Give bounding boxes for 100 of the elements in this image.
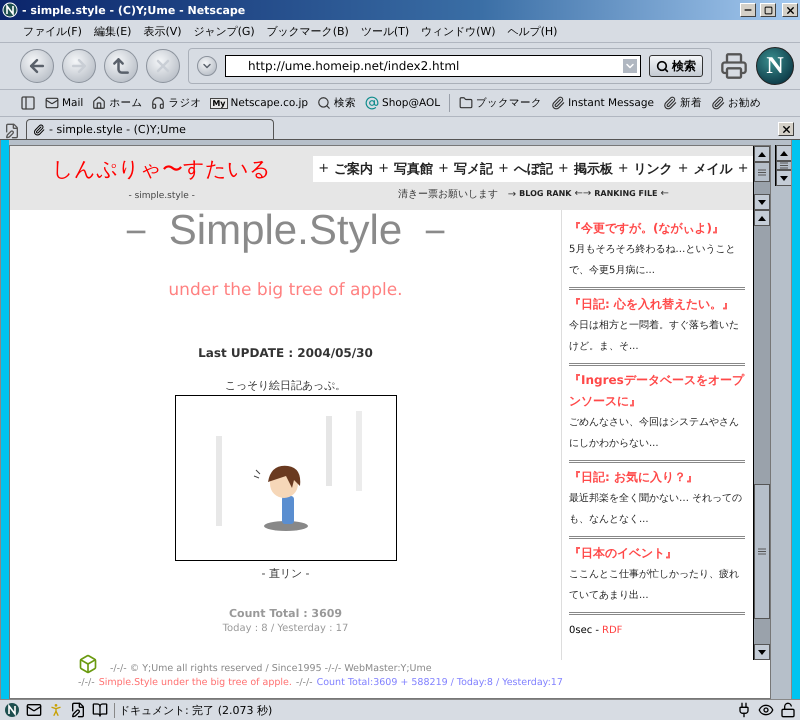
composer-icon[interactable] <box>70 702 86 718</box>
forward-button[interactable] <box>62 49 96 83</box>
bookmark-label: お勧め <box>728 96 761 110</box>
reload-button[interactable] <box>104 49 138 83</box>
scrollbar[interactable] <box>753 210 770 660</box>
menu-item[interactable]: ウィンドウ(W) <box>416 22 501 40</box>
bookmark-label: ホーム <box>109 96 142 110</box>
scrollbar[interactable] <box>753 146 770 210</box>
scroll-up-button[interactable] <box>754 210 770 226</box>
bookmark-toolbar-item[interactable]: 検索 <box>317 96 356 110</box>
bookmark-label: Shop@AOL <box>382 97 440 109</box>
nav-link[interactable]: 写メ記 <box>454 160 493 178</box>
menu-item[interactable]: 表示(V) <box>138 22 187 40</box>
radio-icon <box>151 96 166 110</box>
scroll-thumb[interactable] <box>776 161 792 170</box>
privacy-icon[interactable] <box>758 702 774 718</box>
entry-excerpt: ごめんなさい、今回はシステムやさんにしかわからない... <box>569 416 740 451</box>
count-daily: Today : 8 / Yesterday : 17 <box>222 623 348 634</box>
bookmark-label: 新着 <box>680 96 702 110</box>
turn-arrow-icon <box>111 56 131 76</box>
menu-item[interactable]: ヘルプ(H) <box>502 22 562 40</box>
nav-separator: + <box>678 161 689 176</box>
down-arrow-icon <box>758 650 766 654</box>
nav-link[interactable]: へぼ記 <box>514 160 553 178</box>
maximize-button[interactable] <box>760 3 776 17</box>
menu-item[interactable]: ファイル(F) <box>18 22 87 40</box>
entry-excerpt: 5月もそろそろ終わるね…ということで、今更5月病に... <box>569 243 736 278</box>
history-dropdown-button[interactable] <box>197 56 217 76</box>
print-icon[interactable] <box>720 52 748 80</box>
minimize-button[interactable] <box>740 3 756 17</box>
home-icon <box>92 96 106 110</box>
maximize-icon <box>764 6 772 14</box>
nav-separator: + <box>618 161 629 176</box>
scroll-thumb[interactable] <box>754 162 770 182</box>
nav-link[interactable]: ご案内 <box>334 160 374 178</box>
bookmark-label: Netscape.co.jp <box>230 97 308 109</box>
bookmark-toolbar-item[interactable]: ラジオ <box>151 96 202 110</box>
scroll-up-button[interactable] <box>776 145 792 161</box>
bookmark-label: Instant Message <box>568 97 654 109</box>
mail-icon[interactable] <box>26 702 42 718</box>
footer-text: Count Total:3609 + 588219 / Today:8 / Yesterday:17 <box>316 677 563 688</box>
menu-item[interactable]: ツール(T) <box>356 22 414 40</box>
bookmark-toolbar-item[interactable]: ブックマーク <box>459 96 542 110</box>
nav-separator: + <box>498 161 509 176</box>
bookmark-toolbar-item[interactable]: My Netscape.co.jp <box>210 97 308 109</box>
nav-link[interactable]: 写真館 <box>394 160 434 178</box>
vote-text: ← <box>660 188 669 199</box>
scroll-down-button[interactable] <box>754 644 770 660</box>
close-button[interactable] <box>782 3 798 17</box>
site-title: － Simple.Style － <box>115 205 456 255</box>
search-icon <box>317 96 332 110</box>
scroll-down-button[interactable] <box>754 194 770 210</box>
cube-icon <box>78 654 98 674</box>
address-bar[interactable]: http://ume.homeip.net/index2.html <box>225 55 641 77</box>
lock-icon[interactable] <box>780 702 796 718</box>
menu-item[interactable]: ブックマーク(B) <box>262 22 354 40</box>
menu-item[interactable]: ジャンプ(G) <box>188 22 260 40</box>
scroll-up-button[interactable] <box>754 146 770 162</box>
shop-icon <box>365 96 380 110</box>
left-arrow-icon <box>27 56 47 76</box>
sidebar-toggle-icon[interactable] <box>20 95 36 111</box>
scroll-thumb[interactable] <box>754 484 770 620</box>
scroll-down-button[interactable] <box>776 170 792 186</box>
bookmark-toolbar-item[interactable]: Instant Message <box>551 96 654 110</box>
bookmark-toolbar-item[interactable]: Mail <box>45 96 84 110</box>
up-arrow-icon <box>780 150 788 156</box>
bookmark-toolbar-item[interactable]: ホーム <box>92 96 142 110</box>
address-input[interactable]: http://ume.homeip.net/index2.html <box>248 59 619 73</box>
nav-link[interactable]: 掲示板 <box>574 160 613 178</box>
address-book-icon[interactable] <box>92 702 108 718</box>
footer-text: Simple.Style under the big tree of apple. <box>98 677 292 688</box>
bookmark-label: 検索 <box>334 96 356 110</box>
menu-item[interactable]: 編集(E) <box>88 22 136 40</box>
bookmark-toolbar-item[interactable]: 新着 <box>662 96 702 110</box>
scrollbar[interactable] <box>775 145 792 186</box>
bookmark-toolbar-item[interactable]: お勧め <box>710 96 761 110</box>
nav-link[interactable]: リンク <box>634 160 673 178</box>
grip-icon <box>758 548 766 555</box>
feed-time: 0sec - <box>569 625 600 636</box>
entry-excerpt: 今日は相方と一悶着。すぐ落ち着いたけど。ま、そ... <box>569 318 740 354</box>
nav-separator: + <box>378 161 390 176</box>
nav-link[interactable]: メイル <box>694 160 733 178</box>
site-subtitle: under the big tree of apple. <box>168 280 403 300</box>
vote-text: ←→ <box>574 188 592 199</box>
bookmark-toolbar-item[interactable]: Shop@AOL <box>365 96 440 110</box>
browser-tab[interactable]: - simple.style - (C)Y;Ume <box>26 119 274 139</box>
last-update: Last UPDATE : 2004/05/30 <box>198 346 373 360</box>
close-tab-button[interactable] <box>778 122 794 136</box>
stop-button[interactable] <box>146 49 180 83</box>
nav-separator: + <box>438 161 449 176</box>
navigator-icon[interactable] <box>4 702 20 718</box>
status-text: ドキュメント: 完了 (2.073 秒) <box>114 702 730 718</box>
throbber-logo[interactable]: N <box>756 47 794 85</box>
rank-link[interactable]: RANKING FILE <box>594 189 658 198</box>
down-arrow-icon <box>758 200 766 204</box>
rank-link[interactable]: BLOG RANK <box>519 189 572 198</box>
search-button[interactable]: 検索 <box>649 55 703 77</box>
new-tab-icon[interactable] <box>4 123 20 139</box>
close-icon <box>780 124 792 134</box>
back-button[interactable] <box>20 49 54 83</box>
